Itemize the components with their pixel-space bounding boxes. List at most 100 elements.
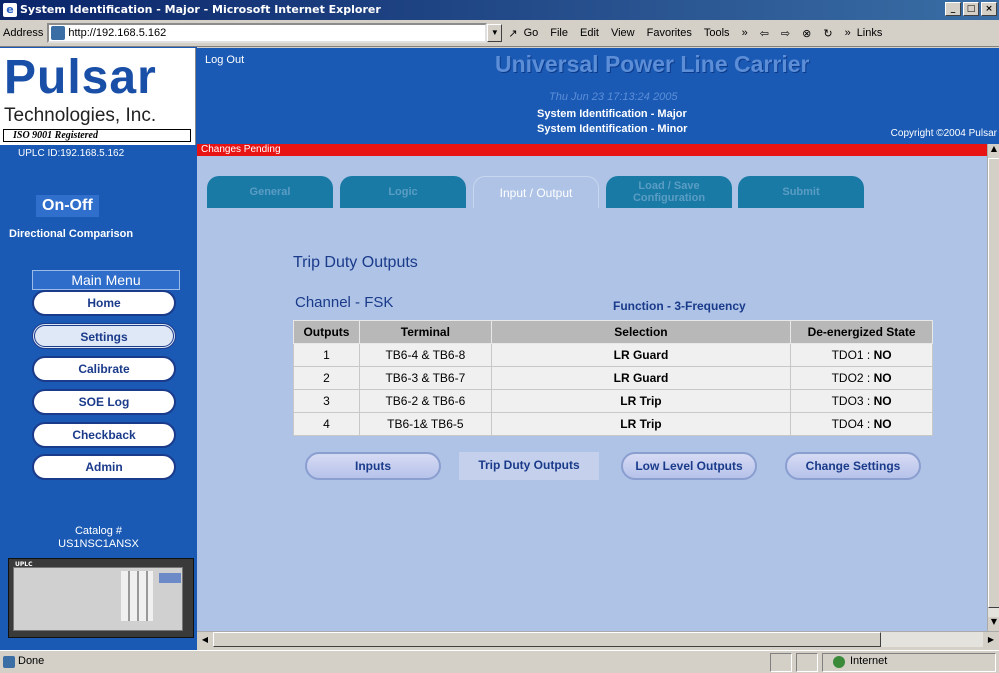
refresh-icon[interactable]: ↻	[823, 27, 832, 40]
go-button[interactable]: Go	[524, 27, 539, 39]
page-header: Log Out Universal Power Line Carrier Thu…	[197, 48, 999, 144]
vertical-scroll-thumb[interactable]	[988, 158, 999, 608]
cell-terminal: TB6-2 & TB6-6	[358, 389, 492, 413]
forward-icon[interactable]: ⇨	[781, 27, 790, 40]
state-label: TDO3 :	[831, 394, 871, 408]
state-value: NO	[873, 371, 892, 385]
table-header-row: Outputs Terminal Selection De-energized …	[293, 320, 933, 344]
device-lcd	[159, 573, 181, 583]
address-bar[interactable]: http://192.168.5.162	[47, 23, 488, 43]
device-face	[13, 567, 183, 631]
horizontal-scrollbar[interactable]: ◀ ▶	[197, 631, 999, 647]
cell-selection: LR Trip	[490, 412, 792, 436]
minimize-button[interactable]: _	[945, 2, 961, 16]
go-icon[interactable]: ↗	[508, 27, 517, 40]
menu-tools[interactable]: Tools	[704, 27, 730, 39]
status-pane	[796, 653, 818, 672]
window-title: System Identification - Major - Microsof…	[20, 3, 381, 16]
main-menu-header: Main Menu	[32, 270, 180, 290]
address-dropdown-button[interactable]: ▼	[487, 24, 503, 42]
logout-link[interactable]: Log Out	[205, 54, 244, 66]
table-row: 2 TB6-3 & TB6-7 LR Guard TDO2 : NO	[293, 366, 933, 390]
logo-wordmark: Pulsar	[4, 51, 157, 104]
menu-soe-log-button[interactable]: SOE Log	[32, 389, 176, 415]
state-label: TDO2 :	[831, 371, 871, 385]
menu-settings-button[interactable]: Settings	[32, 323, 176, 349]
uplc-id: UPLC ID:192.168.5.162	[18, 148, 125, 159]
state-value: NO	[873, 417, 892, 431]
tab-submit[interactable]: Submit	[738, 176, 864, 208]
scroll-right-icon[interactable]: ▶	[983, 632, 999, 647]
cell-terminal: TB6-4 & TB6-8	[358, 343, 492, 367]
tab-load-save-line1: Load / Save	[638, 180, 700, 192]
device-keypad	[121, 571, 153, 621]
app-title: Universal Power Line Carrier	[495, 51, 810, 77]
menu-admin-button[interactable]: Admin	[32, 454, 176, 480]
status-bar: Done Internet	[0, 650, 999, 673]
menu-favorites[interactable]: Favorites	[647, 27, 692, 39]
column-header-outputs: Outputs	[293, 320, 360, 344]
inputs-button[interactable]: Inputs	[305, 452, 441, 480]
menu-overflow[interactable]: »	[742, 27, 748, 39]
pulsar-logo: Pulsar Technologies, Inc. ISO 9001 Regis…	[0, 48, 196, 145]
menu-file[interactable]: File	[550, 27, 568, 39]
menu-checkback-button[interactable]: Checkback	[32, 422, 176, 448]
tab-input-output[interactable]: Input / Output	[473, 176, 599, 208]
column-header-de-energized-state: De-energized State	[790, 320, 933, 344]
status-pane	[770, 653, 792, 672]
change-settings-button[interactable]: Change Settings	[785, 452, 921, 480]
browser-window: e System Identification - Major - Micros…	[0, 0, 999, 673]
logo-iso: ISO 9001 Registered	[3, 129, 191, 142]
cell-state: TDO1 : NO	[790, 343, 933, 367]
cell-output: 3	[293, 389, 360, 413]
links-overflow[interactable]: »	[845, 27, 851, 39]
cell-selection: LR Guard	[490, 343, 792, 367]
state-label: TDO4 :	[831, 417, 871, 431]
internet-zone-icon	[833, 656, 845, 668]
tab-load-save[interactable]: Load / Save Configuration	[606, 176, 732, 208]
close-button[interactable]: ×	[981, 2, 997, 16]
tab-general[interactable]: General	[207, 176, 333, 208]
vertical-scrollbar[interactable]: ▲ ▼	[987, 144, 999, 631]
system-id-minor: System Identification - Minor	[537, 123, 688, 135]
device-image: UPLC	[8, 558, 194, 638]
url-field[interactable]: http://192.168.5.162	[68, 27, 166, 39]
zone-text: Internet	[850, 655, 888, 667]
menu-view[interactable]: View	[611, 27, 635, 39]
table-row: 4 TB6-1& TB6-5 LR Trip TDO4 : NO	[293, 412, 933, 436]
mode-label: On-Off	[36, 195, 99, 217]
maximize-button[interactable]: □	[963, 2, 979, 16]
cell-terminal: TB6-1& TB6-5	[358, 412, 492, 436]
page-done-icon	[3, 656, 15, 668]
page-title: Trip Duty Outputs	[293, 254, 418, 271]
table-row: 1 TB6-4 & TB6-8 LR Guard TDO1 : NO	[293, 343, 933, 367]
menu-home-button[interactable]: Home	[32, 290, 176, 316]
horizontal-scroll-thumb[interactable]	[213, 632, 881, 647]
cell-state: TDO3 : NO	[790, 389, 933, 413]
menu-edit[interactable]: Edit	[580, 27, 599, 39]
channel-label: Channel - FSK	[295, 294, 394, 311]
cell-state: TDO2 : NO	[790, 366, 933, 390]
scroll-up-icon[interactable]: ▲	[988, 144, 999, 158]
back-icon[interactable]: ⇦	[760, 27, 769, 40]
stop-icon[interactable]: ⊗	[802, 27, 811, 40]
cell-state: TDO4 : NO	[790, 412, 933, 436]
scheme-label: Directional Comparison	[9, 228, 134, 240]
logo-company: Technologies, Inc.	[4, 105, 157, 126]
trip-duty-outputs-button[interactable]: Trip Duty Outputs	[459, 452, 599, 480]
tab-logic[interactable]: Logic	[340, 176, 466, 208]
column-header-selection: Selection	[490, 320, 792, 344]
zone-pane	[822, 653, 996, 672]
column-header-terminal: Terminal	[358, 320, 492, 344]
cell-selection: LR Trip	[490, 389, 792, 413]
low-level-outputs-button[interactable]: Low Level Outputs	[621, 452, 757, 480]
scroll-down-icon[interactable]: ▼	[988, 617, 999, 631]
address-toolbar: Address http://192.168.5.162 ▼ ↗ Go File…	[0, 20, 999, 47]
status-text: Done	[18, 655, 45, 667]
links-button[interactable]: Links	[857, 27, 883, 39]
title-bar: e System Identification - Major - Micros…	[0, 0, 999, 20]
cell-output: 2	[293, 366, 360, 390]
menu-calibrate-button[interactable]: Calibrate	[32, 356, 176, 382]
state-label: TDO1 :	[831, 348, 871, 362]
scroll-left-icon[interactable]: ◀	[197, 632, 213, 647]
